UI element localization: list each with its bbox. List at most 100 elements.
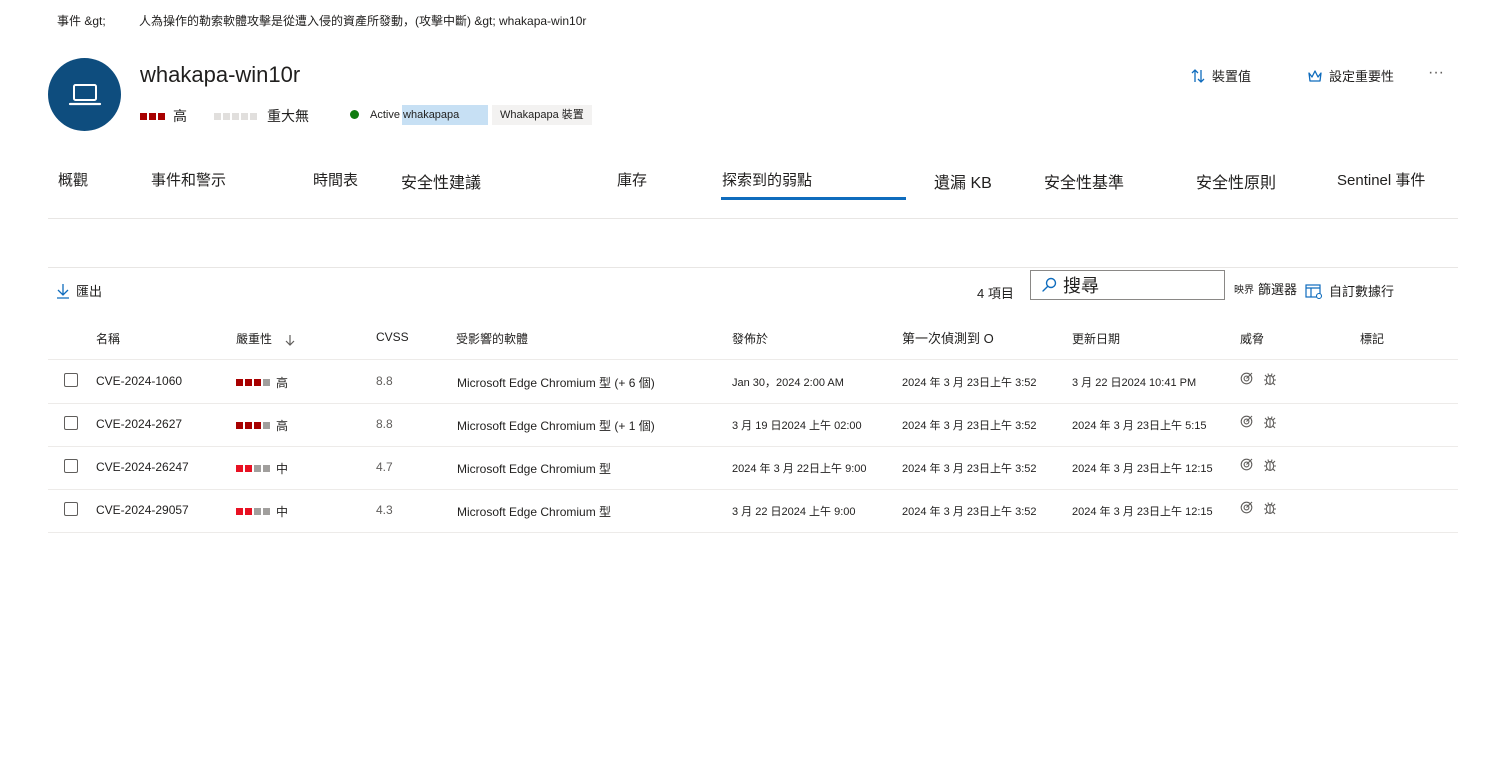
- severity-label: 中: [276, 462, 289, 476]
- threat-icons: [1240, 458, 1277, 472]
- device-value-button[interactable]: 裝置值: [1190, 66, 1251, 85]
- first-detected-date: 2024 年 3 月 23日上午 3:52: [902, 377, 1037, 389]
- published-date: Jan 30，2024 2:00 AM: [732, 377, 844, 389]
- cve-name[interactable]: CVE-2024-1060: [96, 374, 182, 388]
- first-detected-date: 2024 年 3 月 23日上午 3:52: [902, 506, 1037, 518]
- tab-sentinel-events[interactable]: Sentinel 事件: [1337, 169, 1425, 190]
- updated-date: 2024 年 3 月 23日上午 12:15: [1072, 506, 1213, 518]
- column-header-software[interactable]: 受影響的軟體: [456, 330, 528, 347]
- severity-bars: [236, 508, 270, 515]
- severity-cell: 中: [236, 503, 288, 520]
- column-header-first-detected[interactable]: 第一次偵測到 O: [902, 328, 994, 347]
- column-header-cvss[interactable]: CVSS: [376, 330, 409, 344]
- device-value-label: 裝置值: [1212, 69, 1252, 84]
- column-header-severity[interactable]: 嚴重性: [236, 330, 295, 347]
- customize-columns-label: 自訂數據行: [1329, 284, 1395, 299]
- column-header-threats[interactable]: 威脅: [1240, 330, 1264, 347]
- severity-label: 中: [276, 505, 289, 519]
- set-criticality-label: 設定重要性: [1329, 69, 1395, 84]
- criticality-level: 重大無: [214, 106, 309, 126]
- search-input[interactable]: 搜尋: [1063, 272, 1099, 298]
- device-tag[interactable]: Whakapapa 裝置: [492, 105, 592, 125]
- columns-settings-icon: [1305, 283, 1323, 299]
- breadcrumb-incidents[interactable]: 事件 &gt;: [57, 12, 106, 29]
- divider: [48, 267, 1458, 268]
- cvss-score: 4.3: [376, 503, 393, 517]
- tab-security-policies[interactable]: 安全性原則: [1196, 169, 1276, 193]
- export-button[interactable]: 匯出: [56, 281, 102, 300]
- affected-software: Microsoft Edge Chromium 型: [457, 462, 612, 476]
- laptop-icon: [68, 83, 101, 105]
- status-tag[interactable]: Active whakapapa: [362, 105, 488, 125]
- tab-discovered-vulnerabilities[interactable]: 探索到的弱點: [722, 169, 812, 190]
- tab-missing-kbs[interactable]: 遺漏 KB: [934, 169, 992, 193]
- column-header-name[interactable]: 名稱: [96, 330, 120, 347]
- tab-overview[interactable]: 概觀: [58, 169, 88, 190]
- filters-button[interactable]: 映界 篩選器: [1234, 279, 1297, 298]
- updated-date: 2024 年 3 月 23日上午 12:15: [1072, 463, 1213, 475]
- tab-inventory[interactable]: 庫存: [617, 169, 647, 190]
- column-header-severity-label: 嚴重性: [236, 332, 273, 346]
- bug-icon: [1264, 502, 1276, 515]
- exploit-target-icon: [1240, 372, 1253, 385]
- row-checkbox[interactable]: [64, 459, 78, 473]
- crown-icon: [1308, 69, 1322, 82]
- severity-bars: [236, 379, 270, 386]
- tab-timeline[interactable]: 時間表: [313, 169, 358, 190]
- more-options-button[interactable]: ···: [1428, 64, 1444, 82]
- affected-software: Microsoft Edge Chromium 型: [457, 505, 612, 519]
- cvss-score: 8.8: [376, 374, 393, 388]
- export-label: 匯出: [76, 284, 103, 299]
- severity-cell: 中: [236, 460, 288, 477]
- severity-bars: [236, 422, 270, 429]
- first-detected-date: 2024 年 3 月 23日上午 3:52: [902, 420, 1037, 432]
- filters-label: 篩選器: [1258, 282, 1298, 297]
- row-checkbox[interactable]: [64, 373, 78, 387]
- risk-level-label: 高: [173, 108, 187, 124]
- download-icon: [57, 283, 69, 299]
- threat-icons: [1240, 372, 1277, 386]
- cve-name[interactable]: CVE-2024-29057: [96, 503, 189, 517]
- criticality-label: 重大無: [267, 108, 309, 124]
- column-header-tags[interactable]: 標記: [1360, 330, 1384, 347]
- table-row[interactable]: CVE-2024-26247 中 4.7 Microsoft Edge Chromiu…: [48, 446, 1458, 490]
- customize-columns-button[interactable]: 自訂數據行: [1305, 281, 1394, 300]
- tab-incidents-alerts[interactable]: 事件和警示: [151, 169, 226, 190]
- severity-label: 高: [276, 376, 289, 390]
- tab-selected-indicator: [721, 197, 906, 200]
- row-checkbox[interactable]: [64, 502, 78, 516]
- item-count: 4 項目: [977, 286, 1014, 301]
- tab-security-baselines[interactable]: 安全性基準: [1044, 169, 1124, 193]
- bug-icon: [1264, 416, 1276, 429]
- criticality-bars: [214, 112, 257, 120]
- bug-icon: [1264, 459, 1276, 472]
- affected-software: Microsoft Edge Chromium 型 (+ 1 個): [457, 419, 655, 433]
- bug-icon: [1264, 373, 1276, 386]
- exploit-target-icon: [1240, 415, 1253, 428]
- row-checkbox[interactable]: [64, 416, 78, 430]
- sort-arrows-icon: [1191, 68, 1205, 83]
- cve-name[interactable]: CVE-2024-26247: [96, 460, 189, 474]
- column-header-updated[interactable]: 更新日期: [1072, 330, 1120, 347]
- device-name: whakapa-win10r: [140, 62, 301, 87]
- published-date: 3 月 22 日2024 上午 9:00: [732, 506, 856, 518]
- exploit-target-icon: [1240, 501, 1253, 514]
- table-row[interactable]: CVE-2024-1060 高 8.8 Microsoft Edge Chromium…: [48, 360, 1458, 404]
- tab-security-recommendations[interactable]: 安全性建議: [401, 169, 481, 193]
- divider: [48, 218, 1458, 219]
- risk-level: 高: [140, 106, 187, 126]
- updated-date: 3 月 22 日2024 10:41 PM: [1072, 377, 1197, 389]
- table-row[interactable]: CVE-2024-2627 高 8.8 Microsoft Edge Chromium…: [48, 403, 1458, 447]
- status-dot-icon: [350, 110, 359, 119]
- column-header-published[interactable]: 發佈於: [732, 330, 768, 347]
- risk-level-bars: [140, 112, 165, 120]
- severity-cell: 高: [236, 374, 288, 391]
- published-date: 2024 年 3 月 22日上午 9:00: [732, 463, 867, 475]
- filters-prefix: 映界: [1234, 285, 1254, 296]
- exploit-target-icon: [1240, 458, 1253, 471]
- table-row[interactable]: CVE-2024-29057 中 4.3 Microsoft Edge Chromiu…: [48, 489, 1458, 533]
- breadcrumb-incident-name[interactable]: 人為操作的勒索軟體攻擊是從遭入侵的資產所發動，(攻擊中斷) &gt; whaka…: [139, 12, 586, 29]
- set-criticality-button[interactable]: 設定重要性: [1307, 66, 1394, 85]
- search-box[interactable]: 搜尋: [1030, 270, 1225, 300]
- cve-name[interactable]: CVE-2024-2627: [96, 417, 182, 431]
